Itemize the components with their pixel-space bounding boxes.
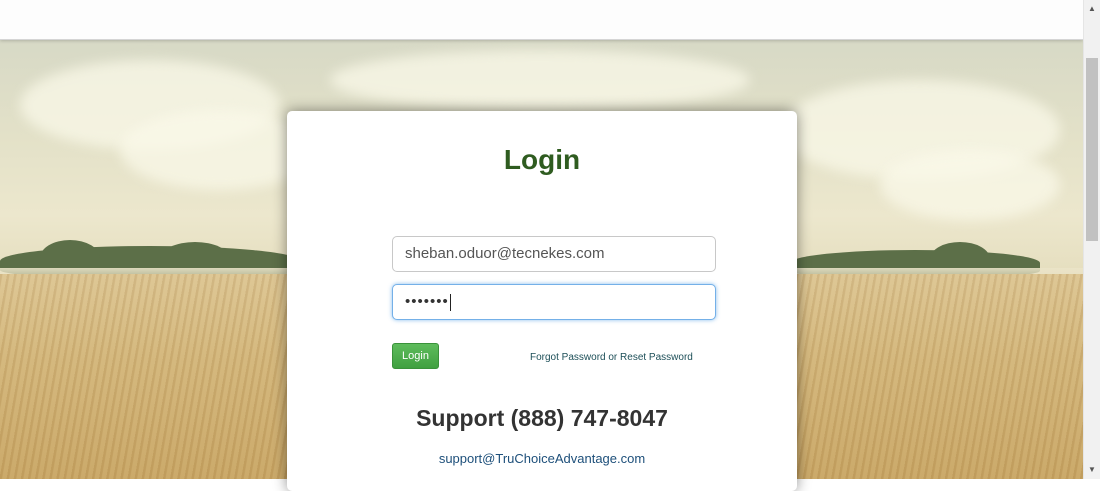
password-mask: •••••••	[405, 293, 449, 310]
login-card: Login sheban.oduor@tecnekes.com ••••••• …	[287, 111, 797, 491]
login-button[interactable]: Login	[392, 343, 439, 369]
login-title: Login	[503, 144, 581, 175]
top-header-bar	[0, 0, 1083, 40]
scroll-thumb[interactable]	[1086, 58, 1098, 241]
scroll-down-arrow-icon[interactable]: ▼	[1084, 463, 1100, 477]
password-field[interactable]: •••••••	[392, 284, 716, 320]
email-field[interactable]: sheban.oduor@tecnekes.com	[392, 236, 716, 272]
cloud	[330, 50, 750, 110]
text-caret	[449, 293, 451, 311]
support-phone: Support (888) 747-8047	[416, 405, 668, 431]
cloud	[880, 150, 1060, 220]
scroll-up-arrow-icon[interactable]: ▲	[1084, 2, 1100, 16]
forgot-password-link[interactable]: Forgot Password or Reset Password	[530, 352, 693, 363]
support-email-link[interactable]: support@TruChoiceAdvantage.com	[287, 451, 797, 466]
vertical-scrollbar[interactable]: ▲ ▼	[1083, 0, 1100, 479]
